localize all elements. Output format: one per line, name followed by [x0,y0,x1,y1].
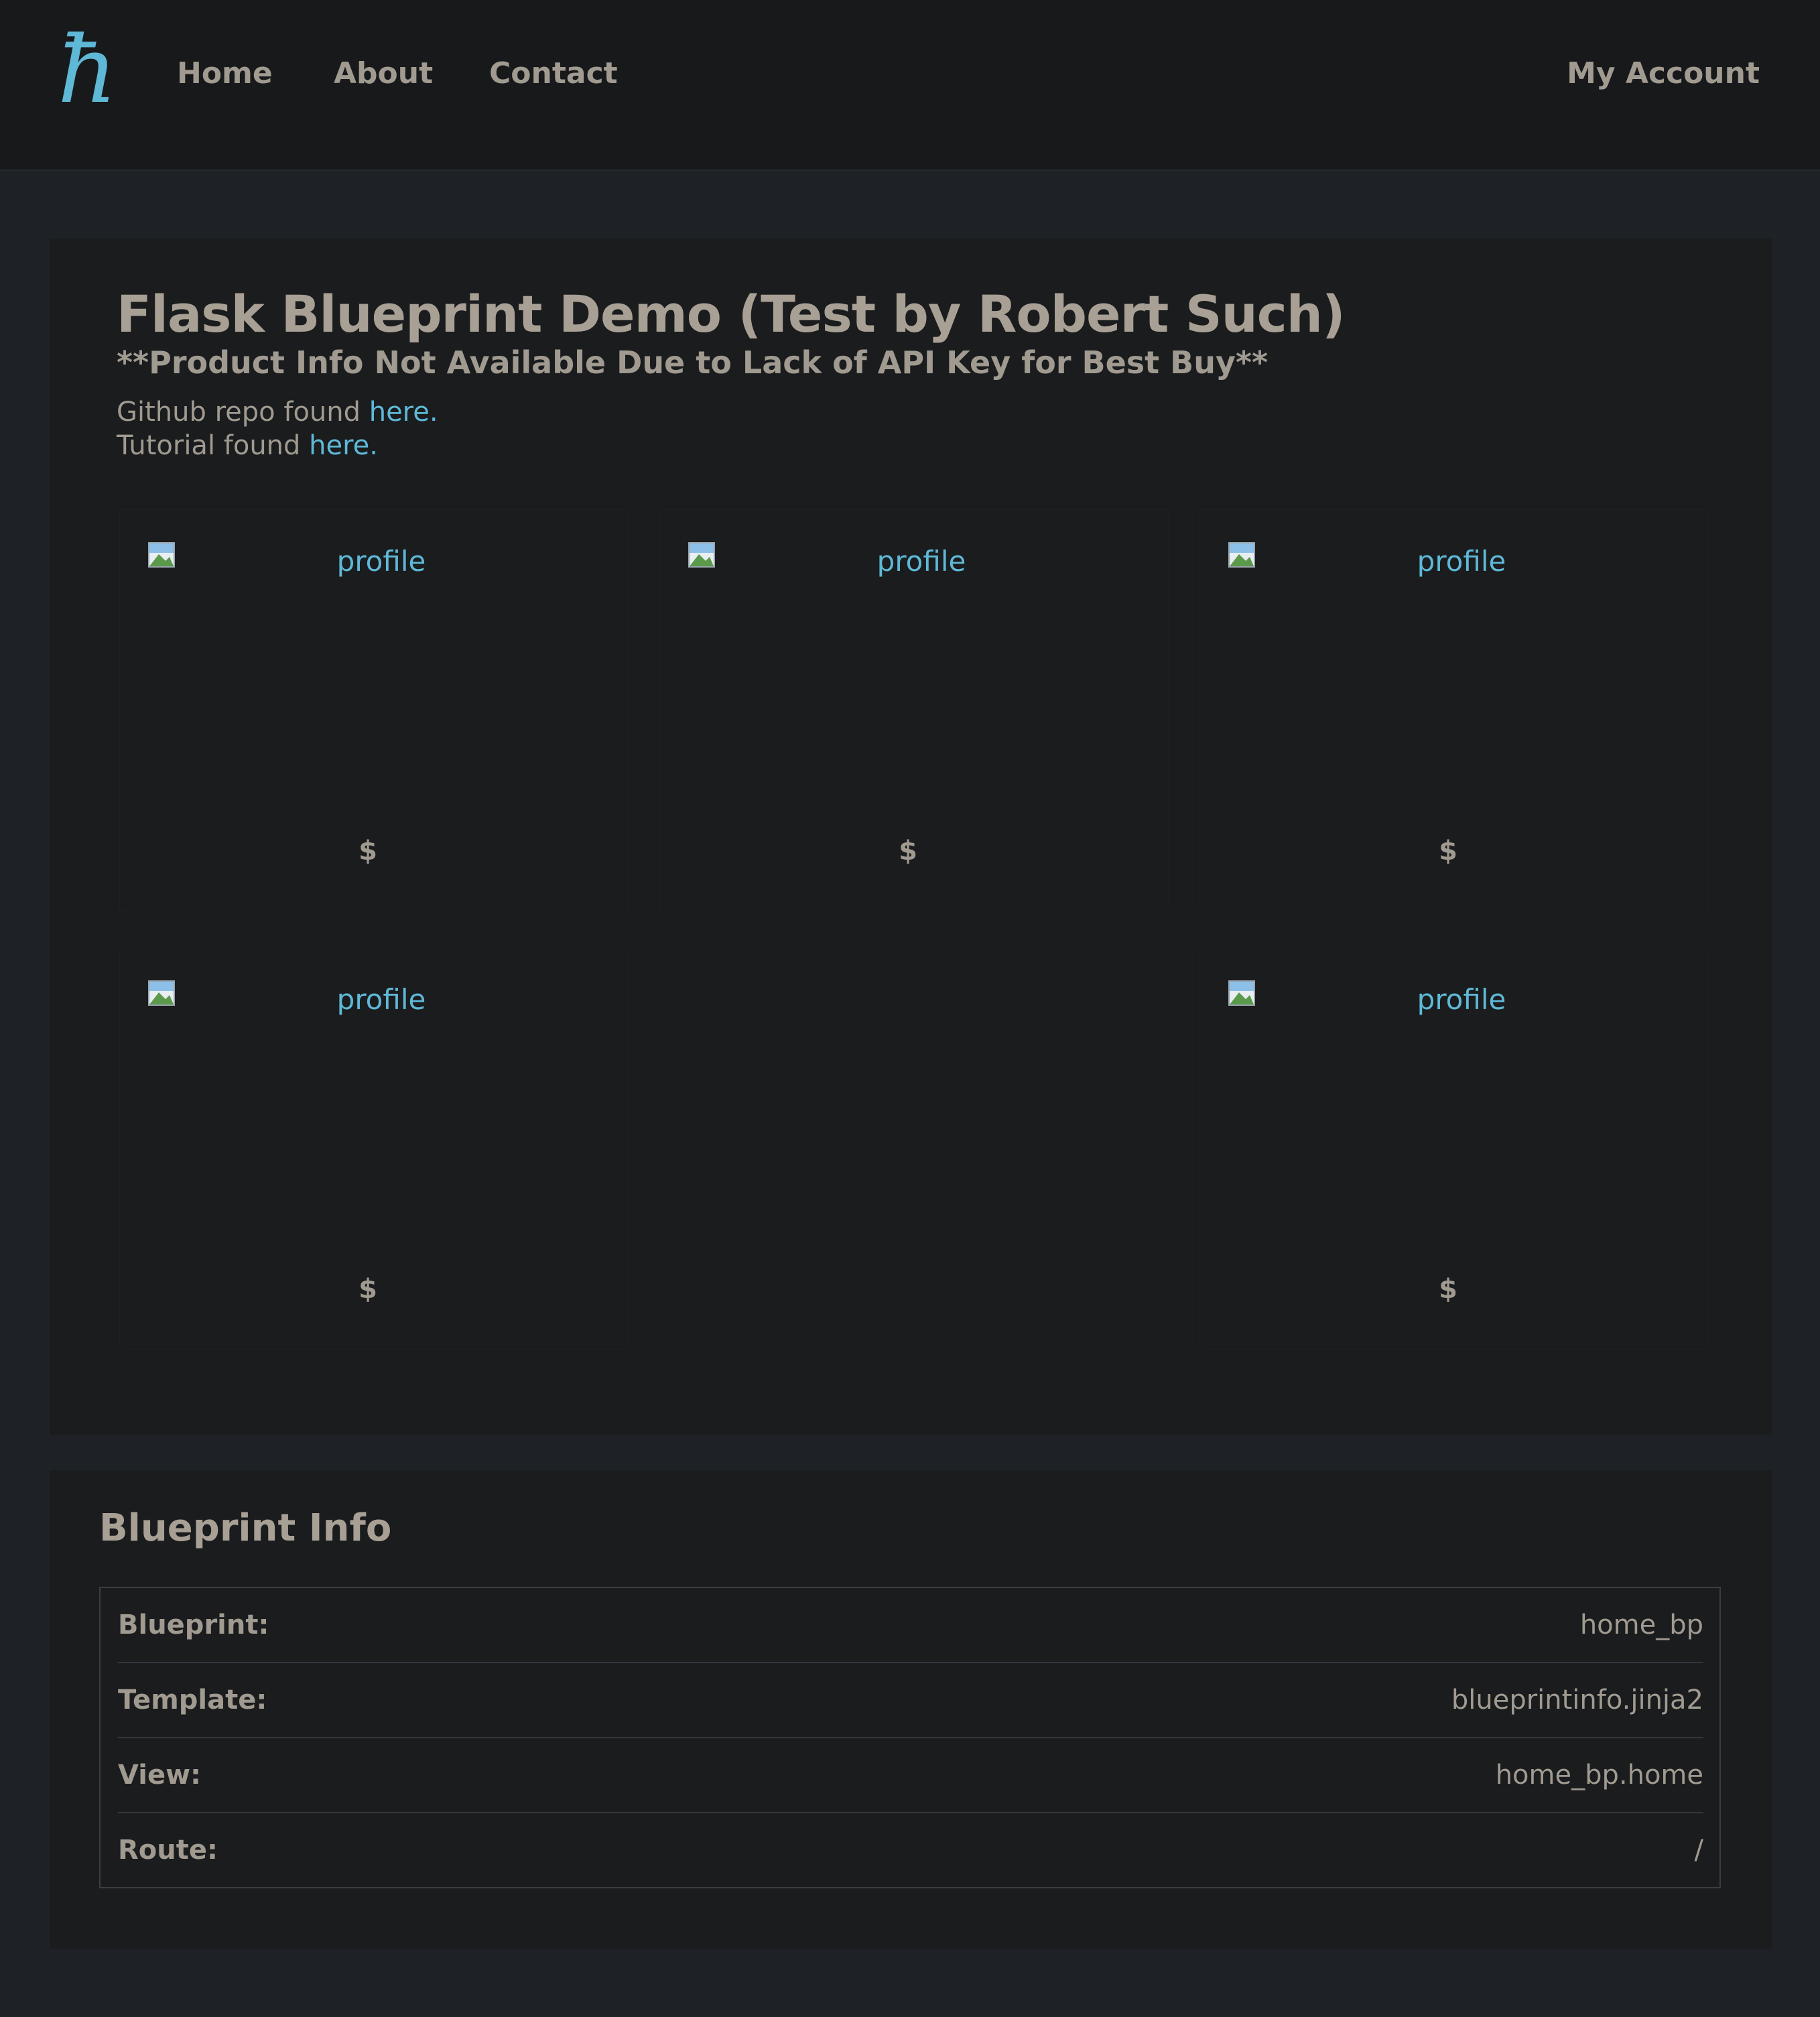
github-text: Github repo found [117,397,369,428]
product-card[interactable]: profile $ [1199,509,1709,911]
product-price: $ [899,836,917,866]
product-price: $ [359,1274,377,1305]
tutorial-line: Tutorial found here. [117,430,378,461]
github-line: Github repo found here. [117,397,438,428]
product-image-alt: profile [876,545,966,578]
row-value: home_bp.home [1495,1760,1703,1791]
row-label: Blueprint: [118,1610,269,1640]
product-card[interactable]: profile $ [1199,948,1709,1350]
product-image-alt: profile [336,983,426,1016]
table-row: View: home_bp.home [118,1738,1703,1813]
page-title: Flask Blueprint Demo (Test by Robert Suc… [117,284,1346,344]
nav-home-link[interactable]: Home [177,56,273,90]
row-value: / [1694,1835,1703,1866]
row-label: Template: [118,1685,267,1715]
tutorial-text: Tutorial found [117,430,310,461]
product-image-alt: profile [336,545,426,578]
product-card[interactable]: profile $ [659,509,1169,911]
nav-about-link[interactable]: About [334,56,433,90]
blueprint-info-card: Blueprint Info Blueprint: home_bp Templa… [50,1470,1772,1949]
table-row: Template: blueprintinfo.jinja2 [118,1663,1703,1738]
nav-contact-link[interactable]: Contact [489,56,618,90]
row-label: Route: [118,1835,218,1866]
product-price: $ [1439,836,1457,866]
table-row: Blueprint: home_bp [118,1588,1703,1663]
product-card[interactable]: profile $ [119,948,629,1350]
row-value: home_bp [1579,1610,1703,1640]
navbar: ħ Home About Contact My Account [0,0,1820,171]
github-link[interactable]: here. [369,397,438,428]
logo-icon[interactable]: ħ [56,23,117,117]
blueprint-info-table: Blueprint: home_bp Template: blueprintin… [99,1587,1721,1888]
product-card[interactable]: profile $ [119,509,629,911]
my-account-link[interactable]: My Account [1567,56,1760,90]
table-row: Route: / [118,1813,1703,1888]
product-price: $ [1439,1274,1457,1305]
row-value: blueprintinfo.jinja2 [1451,1685,1703,1715]
product-price: $ [359,836,377,866]
blueprint-info-title: Blueprint Info [99,1506,392,1550]
page-subtitle: **Product Info Not Available Due to Lack… [117,344,1269,381]
product-image-alt: profile [1417,983,1506,1016]
main-card: Flask Blueprint Demo (Test by Robert Suc… [50,239,1772,1435]
row-label: View: [118,1760,202,1791]
svg-text:ħ: ħ [58,23,117,117]
product-image-alt: profile [1417,545,1506,578]
tutorial-link[interactable]: here. [309,430,378,461]
